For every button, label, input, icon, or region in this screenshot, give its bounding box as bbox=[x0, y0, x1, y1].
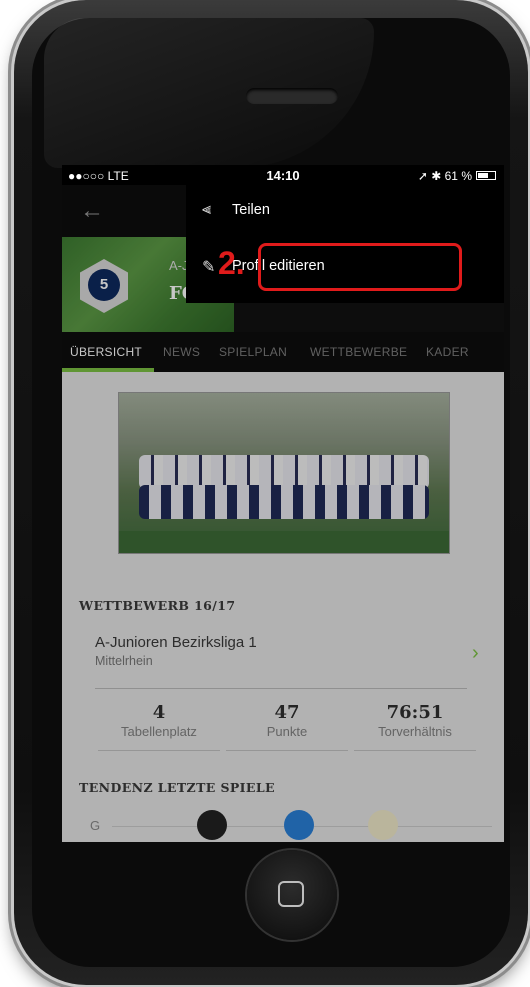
divider bbox=[95, 688, 467, 689]
tab-spielplan[interactable]: SPIELPLAN bbox=[219, 345, 287, 359]
stat-label: Punkte bbox=[266, 724, 308, 739]
status-indicators: ➚ ✱ 61 % bbox=[417, 169, 472, 183]
stat-punkte: 47 Punkte bbox=[226, 702, 348, 739]
club-logo-icon[interactable] bbox=[284, 810, 314, 840]
photo-pitch bbox=[119, 531, 449, 553]
tab-uebersicht[interactable]: ÜBERSICHT bbox=[70, 345, 142, 359]
overview-content: WETTBEWERB 16/17 A-Junioren Bezirksliga … bbox=[62, 372, 504, 842]
club-logo-icon[interactable] bbox=[197, 810, 227, 840]
battery-icon bbox=[476, 171, 496, 180]
club-logo-icon[interactable] bbox=[368, 810, 398, 840]
tendency-row: G bbox=[62, 810, 504, 842]
stat-label: Torverhältnis bbox=[378, 724, 452, 739]
battery-fill bbox=[478, 173, 488, 178]
stat-torverhaeltnis: 76:51 Torverhältnis bbox=[354, 702, 476, 739]
stat-value: 4 bbox=[152, 702, 166, 723]
tab-wettbewerbe[interactable]: WETTBEWERBE bbox=[310, 345, 407, 359]
menu-item-label: Teilen bbox=[232, 202, 270, 218]
share-icon: ⫷ bbox=[202, 201, 212, 218]
photo-players-back-row bbox=[139, 455, 429, 489]
stat-value: 47 bbox=[274, 702, 300, 723]
stat-divider bbox=[226, 750, 348, 751]
chevron-right-icon[interactable]: › bbox=[472, 642, 479, 665]
stat-divider bbox=[354, 750, 476, 751]
back-arrow-icon[interactable]: ← bbox=[80, 197, 104, 225]
stat-label: Tabellenplatz bbox=[121, 724, 197, 739]
team-photo bbox=[118, 392, 450, 554]
tab-news[interactable]: NEWS bbox=[163, 345, 200, 359]
stat-value: 76:51 bbox=[386, 702, 444, 723]
stat-tabellenplatz: 4 Tabellenplatz bbox=[98, 702, 220, 739]
app-screen: ●●○○○ LTE 14:10 ➚ ✱ 61 % ← ⋮ 5 A-Juniore… bbox=[62, 165, 504, 842]
tab-kader[interactable]: KADER bbox=[426, 345, 469, 359]
tendency-label: G bbox=[90, 818, 101, 833]
tab-bar: ÜBERSICHT NEWS SPIELPLAN WETTBEWERBE KAD… bbox=[62, 332, 504, 372]
earpiece-speaker bbox=[246, 88, 338, 104]
crest-emblem: 5 bbox=[88, 269, 120, 301]
competition-section-title: WETTBEWERB 16/17 bbox=[79, 598, 236, 613]
tendency-section-title: TENDENZ LETZTE SPIELE bbox=[79, 780, 275, 795]
competition-name[interactable]: A-Junioren Bezirksliga 1 bbox=[95, 634, 257, 651]
home-button[interactable] bbox=[247, 850, 337, 940]
club-crest-icon: 5 bbox=[80, 259, 128, 313]
status-bar: ●●○○○ LTE 14:10 ➚ ✱ 61 % bbox=[62, 165, 504, 185]
edit-icon: ✎ bbox=[202, 259, 216, 276]
stat-divider bbox=[98, 750, 220, 751]
highlight-box bbox=[258, 243, 462, 291]
step-number-annotation: 2. bbox=[218, 245, 245, 281]
menu-item-share[interactable]: ⫷ Teilen bbox=[186, 189, 504, 233]
home-square-icon bbox=[278, 881, 304, 907]
photo-players-front-row bbox=[139, 485, 429, 519]
competition-region: Mittelrhein bbox=[95, 654, 153, 668]
